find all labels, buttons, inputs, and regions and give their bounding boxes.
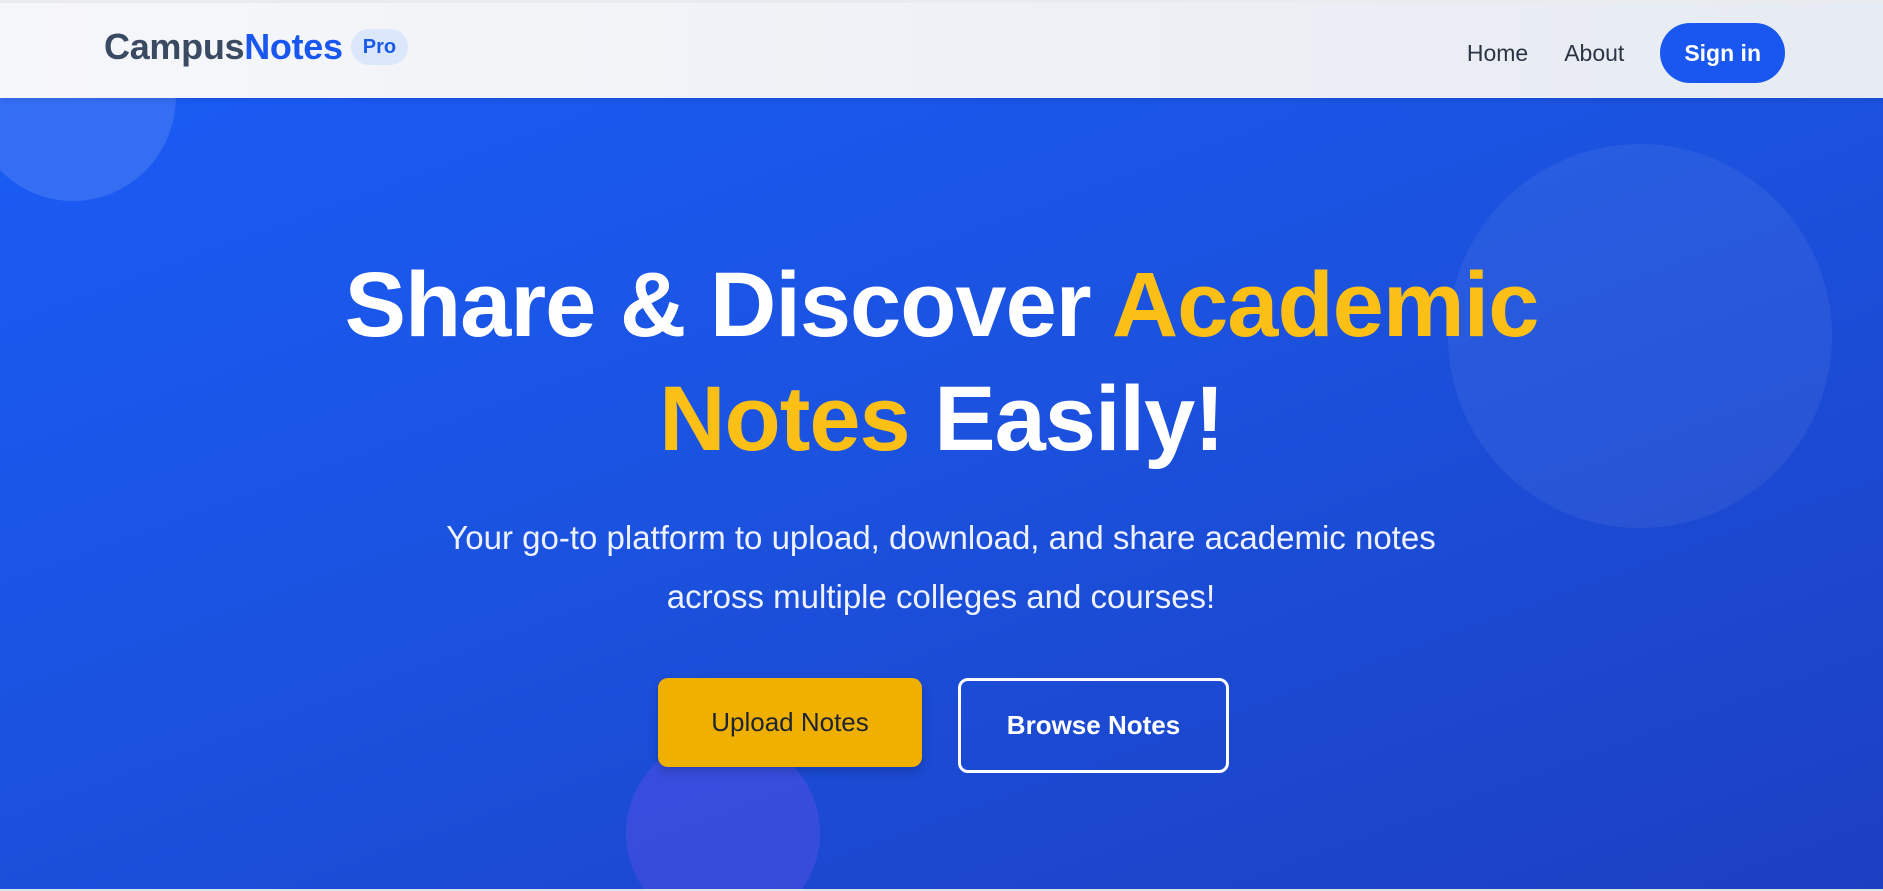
headline-text-2: Easily! <box>909 368 1225 470</box>
headline-text-1: Share & Discover <box>344 254 1112 356</box>
nav-link-home[interactable]: Home <box>1467 40 1528 67</box>
browse-notes-button[interactable]: Browse Notes <box>958 678 1229 773</box>
pro-badge: Pro <box>350 29 409 65</box>
upload-notes-button[interactable]: Upload Notes <box>658 678 922 767</box>
cta-buttons: Upload Notes Browse Notes <box>0 678 1883 778</box>
hero-headline: Share & Discover Academic Notes Easily! <box>0 248 1883 476</box>
brand-logo[interactable]: CampusNotes Pro <box>104 29 409 65</box>
page: CampusNotes Pro Home About Sign in Share… <box>0 0 1883 891</box>
sign-in-button[interactable]: Sign in <box>1660 23 1785 83</box>
brand-name-part2: Notes <box>244 26 343 67</box>
nav-menu: Home About Sign in <box>1467 23 1785 83</box>
hero-section: Share & Discover Academic Notes Easily! … <box>0 98 1883 891</box>
brand-name-part1: Campus <box>104 26 245 67</box>
headline-highlight-2: Notes <box>659 368 911 470</box>
decorative-circle-top-left <box>0 98 176 201</box>
navbar: CampusNotes Pro Home About Sign in <box>0 0 1883 98</box>
nav-link-about[interactable]: About <box>1564 40 1624 67</box>
hero-subtitle: Your go-to platform to upload, download,… <box>446 519 1436 615</box>
headline-highlight-1: Academic <box>1111 254 1540 356</box>
brand-name: CampusNotes <box>104 29 343 65</box>
